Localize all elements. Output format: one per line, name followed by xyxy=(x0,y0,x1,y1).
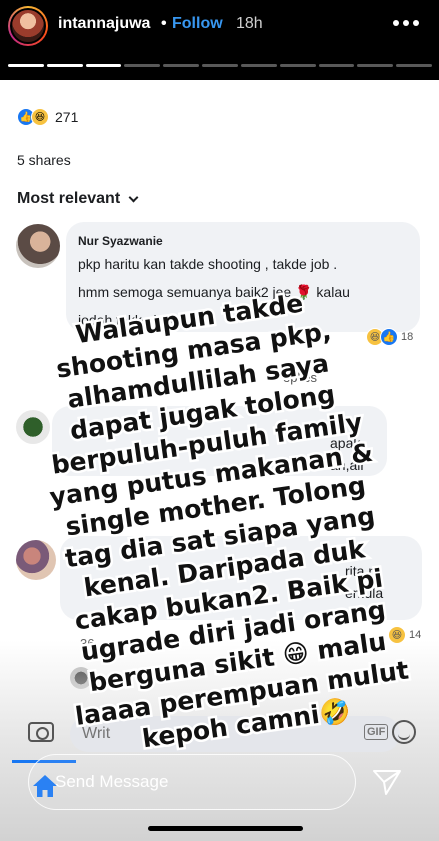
progress-segment xyxy=(202,64,238,67)
send-message-input[interactable] xyxy=(28,754,356,810)
home-indicator xyxy=(148,826,303,831)
progress-segment xyxy=(124,64,161,67)
shares-count[interactable]: 5 shares xyxy=(17,152,71,168)
follow-button[interactable]: Follow xyxy=(172,15,223,33)
smile-icon[interactable] xyxy=(392,720,416,744)
chevron-down-icon xyxy=(128,192,139,202)
progress-segment xyxy=(240,64,277,67)
comment-line: rita ni xyxy=(345,563,380,579)
paper-plane-icon[interactable] xyxy=(372,768,402,796)
haha-reaction-icon: 😆 xyxy=(31,108,49,126)
comment-text: pkp haritu kan takde shooting , takde jo… xyxy=(78,250,412,334)
sort-dropdown[interactable]: Most relevant xyxy=(17,190,139,208)
comment-line: apak xyxy=(330,435,361,451)
shared-post-screenshot: 👍 😆 271 5 shares Most relevant Nur Syazw… xyxy=(0,80,439,841)
comment-text: apak ah,air xyxy=(330,432,365,476)
commenter-avatar[interactable] xyxy=(16,224,60,268)
commenter-avatar[interactable] xyxy=(16,410,50,444)
comment-line: pkp haritu kan takde shooting , takde jo… xyxy=(78,256,338,272)
comment-input[interactable] xyxy=(70,716,400,752)
story-username[interactable]: intannajuwa xyxy=(58,15,150,33)
progress-segment xyxy=(85,64,122,67)
comment-reaction-count: 18 xyxy=(401,331,414,343)
sort-label: Most relevant xyxy=(17,190,121,207)
commenter-avatar[interactable] xyxy=(16,540,56,580)
camera-icon[interactable] xyxy=(28,722,54,742)
comment-line: ah,air xyxy=(330,457,366,473)
story-timestamp: 18h xyxy=(236,15,263,32)
story-avatar[interactable] xyxy=(8,6,48,46)
like-reaction-icon: 👍 xyxy=(380,328,398,346)
progress-segment xyxy=(8,64,44,67)
more-horizontal-icon[interactable] xyxy=(393,20,419,28)
story-progress-bar xyxy=(8,64,432,67)
reaction-summary[interactable]: 👍 😆 271 xyxy=(17,108,78,126)
progress-segment xyxy=(396,64,432,67)
separator-dot: • xyxy=(161,15,167,32)
view-replies-link[interactable]: eplies xyxy=(283,370,317,385)
progress-segment xyxy=(357,64,394,67)
progress-segment xyxy=(163,64,200,67)
story-header: intannajuwa • Follow 18h xyxy=(0,0,439,80)
comment-text: rita ni emula xyxy=(345,560,383,604)
comment-reactions[interactable]: 😆 👍 18 xyxy=(366,328,413,346)
progress-segment xyxy=(318,64,355,67)
progress-segment xyxy=(279,64,316,67)
reaction-count: 271 xyxy=(55,109,79,125)
comment-composer: GIF xyxy=(0,710,439,756)
comment-line: hmm semoga semuanya baik2 jee 🌹 kalau xyxy=(78,284,350,300)
comment-line: jodoh takko kkk 😛 xyxy=(78,312,193,328)
progress-segment xyxy=(46,64,83,67)
commenter-name[interactable]: Nur Syazwanie xyxy=(78,234,163,248)
gif-icon[interactable]: GIF xyxy=(364,724,389,740)
comment-line: emula xyxy=(345,585,384,601)
